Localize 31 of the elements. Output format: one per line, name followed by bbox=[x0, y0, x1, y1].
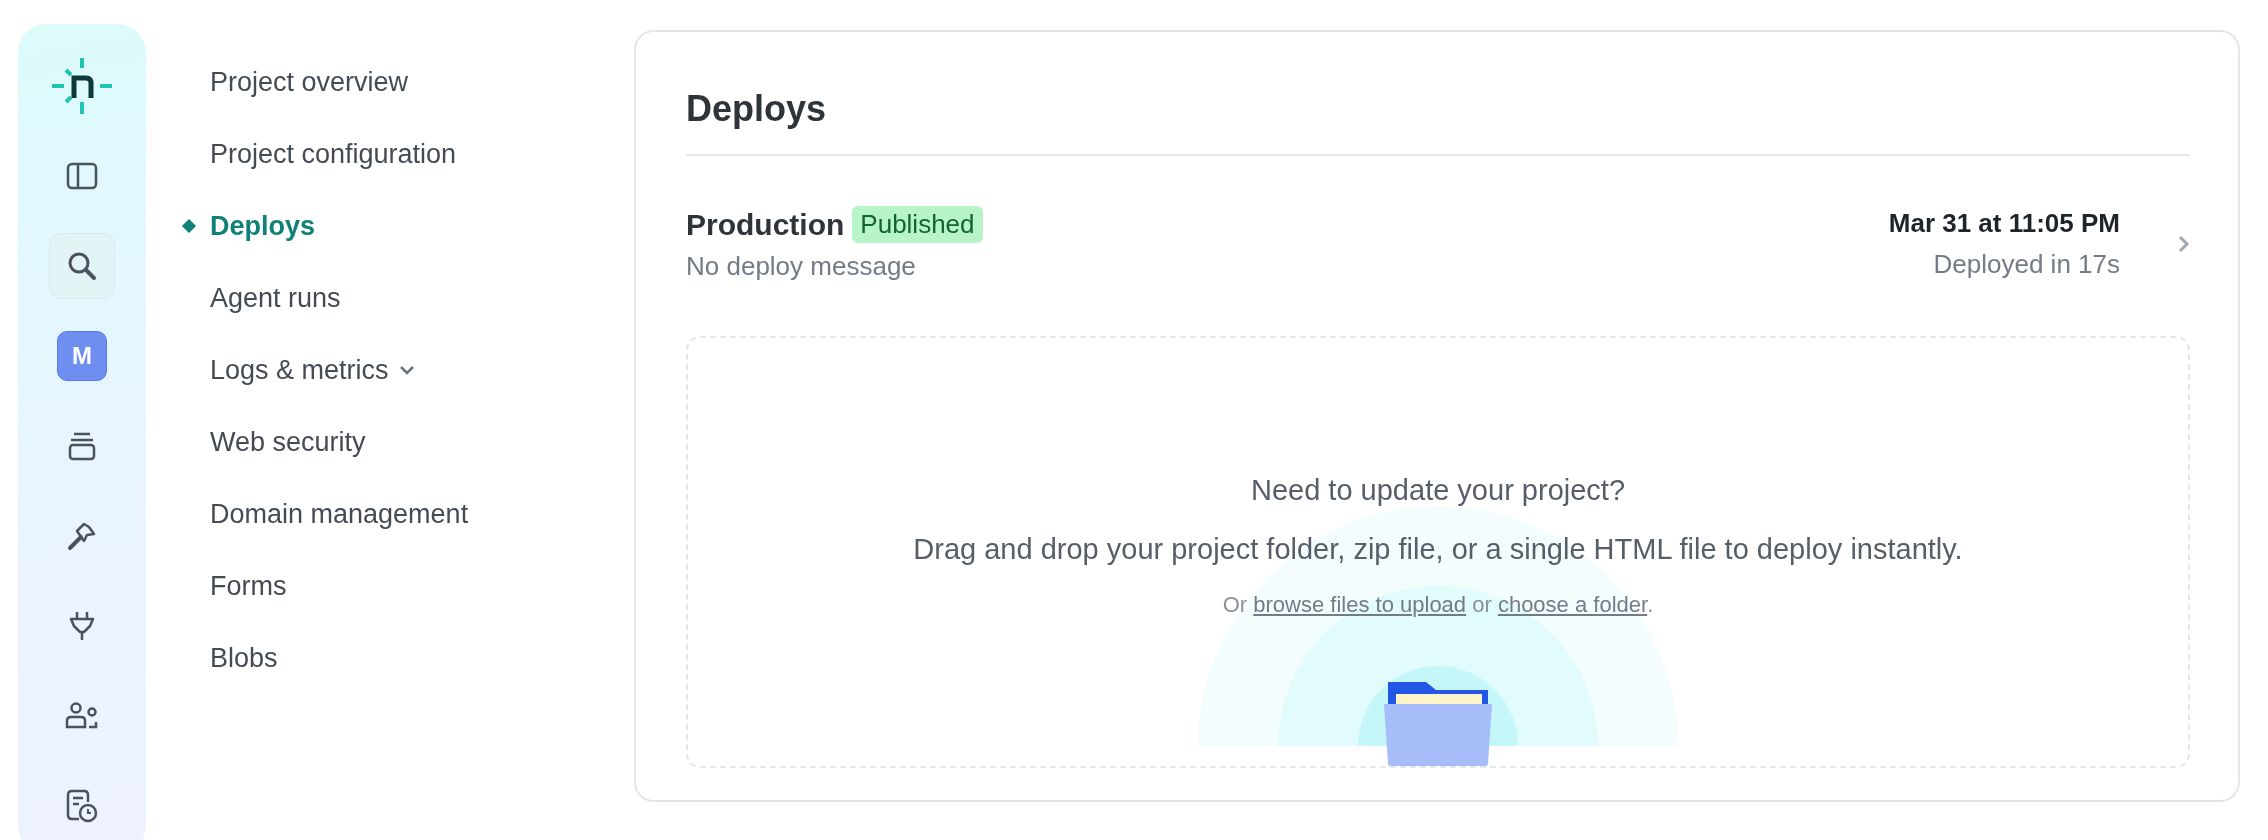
environment-name: Production bbox=[686, 207, 845, 242]
section-title: Deploys bbox=[686, 88, 2190, 156]
report-clock-icon bbox=[66, 789, 98, 823]
drop-zone[interactable]: Need to update your project? Drag and drop your project folder, zip file, or a single HTML file to deploy instantly. Or browse files to upload or choose a folder. bbox=[686, 336, 2190, 768]
sidebar-toggle-icon bbox=[66, 162, 98, 190]
search-icon bbox=[67, 251, 97, 281]
nav-item[interactable]: Deploys bbox=[146, 190, 322, 262]
logo-icon bbox=[52, 58, 112, 114]
deploy-time: Mar 31 at 11:05 PM bbox=[1888, 208, 2120, 239]
nav-item[interactable]: Forms bbox=[146, 550, 293, 622]
nav-item[interactable]: Project overview bbox=[146, 46, 415, 118]
upload-link[interactable]: browse files to upload bbox=[1253, 592, 1467, 617]
nav-item[interactable]: Project configuration bbox=[146, 118, 463, 190]
search-button[interactable] bbox=[50, 234, 114, 298]
upload-link[interactable]: choose a folder bbox=[1497, 592, 1648, 617]
people-icon bbox=[65, 702, 99, 730]
dropzone-description: Drag and drop your project folder, zip file, or a single HTML file to deploy instantly. bbox=[913, 533, 1963, 566]
nav-item[interactable]: Web security bbox=[146, 406, 372, 478]
nav-item[interactable]: Domain management bbox=[146, 478, 475, 550]
nav-item[interactable]: Logs & metrics bbox=[146, 334, 421, 406]
nav-item[interactable]: Blobs bbox=[146, 622, 284, 694]
status-badge: Published bbox=[852, 206, 983, 243]
hammer-icon bbox=[67, 521, 97, 551]
plug-icon bbox=[69, 610, 95, 642]
upload-hint: Or browse files to upload or choose a folder. bbox=[1222, 592, 1654, 618]
deploy-duration: Deployed in 17s bbox=[1933, 249, 2120, 280]
folder-icon bbox=[1384, 680, 1492, 766]
deploy-message: No deploy message bbox=[686, 251, 917, 282]
dropzone-heading: Need to update your project? bbox=[1251, 474, 1625, 507]
nav-item[interactable]: Agent runs bbox=[146, 262, 347, 334]
stack-icon bbox=[68, 431, 96, 461]
